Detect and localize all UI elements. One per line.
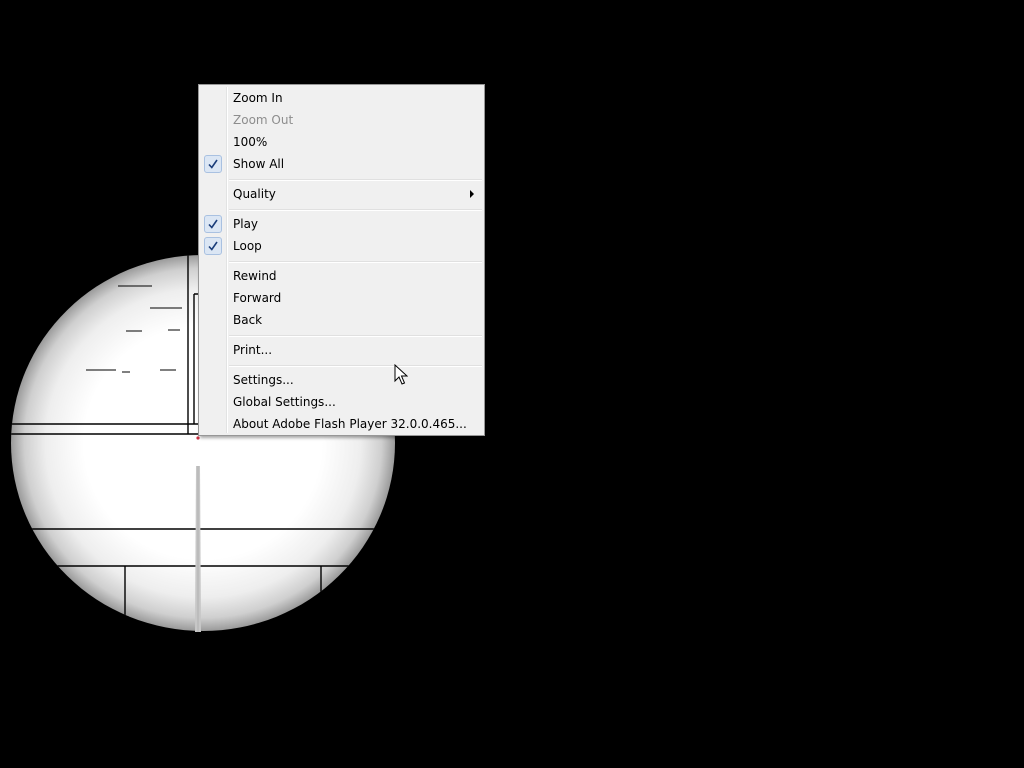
menu-item-label: Rewind bbox=[233, 269, 277, 283]
menu-separator bbox=[229, 179, 482, 181]
flash-context-menu[interactable]: Zoom In Zoom Out 100% Show All Quality P… bbox=[198, 84, 485, 436]
menu-separator bbox=[229, 209, 482, 211]
menu-item-label: Global Settings... bbox=[233, 395, 336, 409]
menu-item-forward[interactable]: Forward bbox=[201, 287, 482, 309]
menu-item-100-percent[interactable]: 100% bbox=[201, 131, 482, 153]
menu-item-play[interactable]: Play bbox=[201, 213, 482, 235]
menu-separator bbox=[229, 365, 482, 367]
menu-item-label: Forward bbox=[233, 291, 282, 305]
check-icon bbox=[204, 155, 222, 173]
submenu-arrow-icon bbox=[470, 190, 474, 198]
check-icon bbox=[204, 215, 222, 233]
check-icon bbox=[204, 237, 222, 255]
menu-item-label: About Adobe Flash Player 32.0.0.465... bbox=[233, 417, 467, 431]
menu-item-zoom-out: Zoom Out bbox=[201, 109, 482, 131]
menu-item-print[interactable]: Print... bbox=[201, 339, 482, 361]
menu-item-label: Zoom Out bbox=[233, 113, 294, 127]
menu-item-show-all[interactable]: Show All bbox=[201, 153, 482, 175]
menu-item-zoom-in[interactable]: Zoom In bbox=[201, 87, 482, 109]
game-stage[interactable]: Zoom In Zoom Out 100% Show All Quality P… bbox=[0, 0, 1024, 768]
menu-item-label: Show All bbox=[233, 157, 285, 171]
menu-separator bbox=[229, 261, 482, 263]
menu-separator bbox=[229, 335, 482, 337]
reticle-dot bbox=[196, 436, 200, 440]
menu-item-quality[interactable]: Quality bbox=[201, 183, 482, 205]
menu-item-back[interactable]: Back bbox=[201, 309, 482, 331]
menu-item-loop[interactable]: Loop bbox=[201, 235, 482, 257]
menu-item-label: Settings... bbox=[233, 373, 294, 387]
mouse-pointer-icon bbox=[394, 364, 408, 385]
menu-item-global-settings[interactable]: Global Settings... bbox=[201, 391, 482, 413]
menu-item-about-flash-player[interactable]: About Adobe Flash Player 32.0.0.465... bbox=[201, 413, 482, 435]
menu-item-label: Zoom In bbox=[233, 91, 283, 105]
menu-item-settings[interactable]: Settings... bbox=[201, 369, 482, 391]
menu-item-label: Quality bbox=[233, 187, 276, 201]
menu-item-rewind[interactable]: Rewind bbox=[201, 265, 482, 287]
menu-item-label: Print... bbox=[233, 343, 273, 357]
menu-item-label: Loop bbox=[233, 239, 262, 253]
menu-item-label: Back bbox=[233, 313, 263, 327]
menu-item-label: Play bbox=[233, 217, 259, 231]
menu-item-label: 100% bbox=[233, 135, 268, 149]
